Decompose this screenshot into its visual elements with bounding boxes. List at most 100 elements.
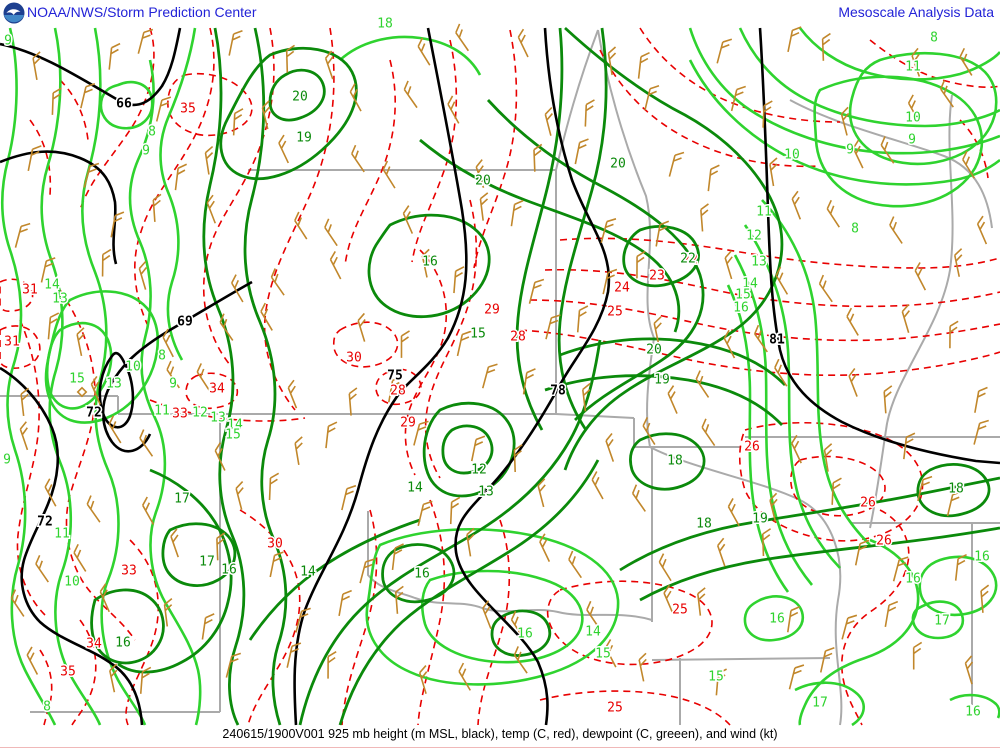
wind-barb [322, 219, 344, 246]
dew-light-label: 16 [905, 572, 921, 587]
dew-light-label: 14 [44, 278, 60, 293]
wind-barb [381, 161, 402, 188]
map-caption: 240615/1900V001 925 mb height (m MSL, bl… [0, 727, 1000, 741]
dew-dark-label: 15 [470, 327, 486, 342]
temp-label: 24 [614, 281, 630, 296]
wind-barb [887, 217, 909, 244]
wind-barb [938, 80, 960, 107]
wind-barb [630, 485, 652, 512]
dew-light-label: 13 [751, 255, 767, 270]
height-label: 72 [37, 515, 53, 530]
temp-label: 25 [607, 305, 623, 320]
contour-line [474, 30, 516, 268]
wind-barb [699, 419, 721, 446]
temp-label: 30 [267, 537, 283, 552]
dew-light-label: 8 [148, 125, 156, 140]
height-label: 72 [86, 406, 102, 421]
wind-barb [454, 266, 464, 294]
wind-barb [103, 250, 111, 277]
dew-light-label: 9 [142, 144, 150, 159]
wind-barb [585, 100, 594, 127]
dew-light-label: 12 [192, 406, 208, 421]
dew-light-label: 15 [225, 428, 241, 443]
dew-dark-label: 19 [654, 373, 670, 388]
wind-barb [639, 52, 650, 80]
wind-barb [357, 313, 373, 341]
wind-barb [326, 421, 337, 449]
contour-line [870, 95, 953, 528]
temp-label: 28 [390, 384, 406, 399]
contour-line [342, 510, 377, 725]
wind-barb [975, 386, 988, 414]
wind-barb [817, 275, 839, 302]
temp-label: 35 [180, 102, 196, 117]
wind-barb [328, 652, 336, 679]
temp-label: 25 [672, 603, 688, 618]
wind-barb [458, 330, 472, 358]
contour-line [530, 300, 1000, 340]
dew-dark-label: 16 [422, 255, 438, 270]
wind-barb [578, 305, 588, 333]
wind-barb [604, 433, 620, 461]
wind-barb [653, 317, 666, 345]
wind-barb [71, 544, 92, 571]
contour-line [870, 40, 1000, 87]
dew-light-label: 11 [154, 404, 170, 419]
contour-line [690, 60, 1000, 184]
dew-light-label: 9 [3, 453, 11, 468]
wind-barb [234, 108, 243, 135]
wind-barb [669, 150, 684, 178]
wind-barb [516, 29, 535, 57]
wind-barb [153, 194, 163, 221]
dew-light-label: 14 [585, 625, 601, 640]
wind-barb [575, 138, 588, 166]
dew-dark-label: 20 [646, 343, 662, 358]
temp-label: 28 [510, 330, 526, 345]
contour-line [80, 28, 154, 210]
wind-barb [884, 386, 894, 414]
dew-dark-label: 17 [174, 492, 190, 507]
wind-barb [732, 85, 746, 113]
wind-barb [33, 555, 55, 582]
wind-barb [19, 422, 35, 450]
wind-barb [954, 249, 967, 277]
temp-label: 29 [400, 416, 416, 431]
wind-barb [697, 588, 708, 616]
dew-light-label: 15 [69, 372, 85, 387]
wind-barb [511, 199, 523, 227]
wind-barb [847, 368, 864, 396]
wind-barb [169, 529, 185, 557]
wind-barb [348, 84, 368, 112]
wind-barb [175, 163, 186, 191]
contour-line [424, 403, 514, 496]
temp-label: 31 [4, 335, 20, 350]
wind-barb [109, 43, 120, 71]
temp-label: 33 [121, 564, 137, 579]
dew-light-label: 16 [974, 550, 990, 565]
temp-label: 26 [744, 440, 760, 455]
temp-label: 31 [22, 283, 38, 298]
wind-barb [84, 496, 106, 523]
dewpoint-contours-dark-layer [92, 28, 1000, 725]
contour-line [426, 200, 477, 478]
wind-barb [666, 386, 684, 414]
wind-barb [717, 37, 732, 65]
dew-light-label: 11 [54, 527, 70, 542]
dew-light-label: 16 [965, 705, 981, 720]
wind-barb [342, 484, 356, 512]
wind-barb [401, 331, 409, 358]
temp-label: 26 [860, 496, 876, 511]
wind-barb [981, 585, 991, 613]
wind-barb [716, 538, 732, 566]
dew-dark-label: 19 [296, 131, 312, 146]
dew-light-label: 8 [43, 700, 51, 715]
dew-light-label: 12 [746, 229, 762, 244]
temp-label: 23 [649, 269, 665, 284]
dew-light-label: 8 [851, 222, 859, 237]
dew-light-label: 16 [517, 627, 533, 642]
dew-dark-label: 14 [407, 481, 423, 496]
wind-barb [821, 646, 835, 674]
temp-label: 25 [607, 701, 623, 716]
height-label: 78 [550, 384, 566, 399]
dew-light-label: 17 [812, 696, 828, 711]
